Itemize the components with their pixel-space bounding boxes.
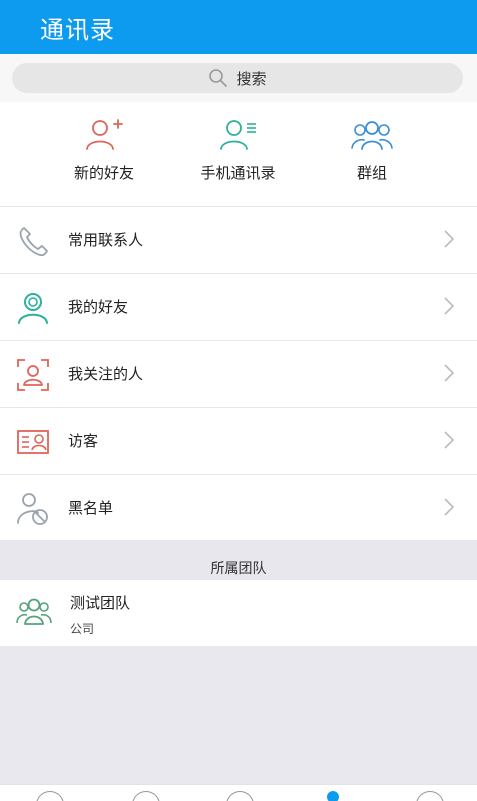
list-item-label: 常用联系人 [68, 231, 144, 249]
quick-actions: 新的好友 手机通讯录 群组 [0, 102, 477, 207]
group-icon [351, 121, 393, 150]
blocked-user-icon [17, 493, 48, 525]
chevron-right-icon [444, 498, 455, 516]
page-title: 通讯录 [40, 16, 115, 44]
contact-list-icon [220, 120, 256, 150]
list-item-label: 我关注的人 [68, 365, 144, 383]
chevron-right-icon [444, 364, 455, 382]
team-name: 测试团队 [70, 594, 131, 612]
quick-label: 新的好友 [73, 164, 134, 182]
followed-user-icon [17, 359, 49, 391]
section-title: 所属团队 [210, 561, 267, 577]
chevron-right-icon [444, 230, 455, 248]
list-item-blacklist[interactable]: 黑名单 [0, 475, 477, 542]
visitor-card-icon [17, 430, 49, 454]
groups-button[interactable]: 群组 [312, 118, 432, 183]
list-item-frequent-contacts[interactable]: 常用联系人 [0, 207, 477, 274]
contact-list: 常用联系人 我的好友 我关注的人 访客 黑名单 [0, 207, 477, 542]
team-icon [16, 598, 52, 625]
empty-area [0, 646, 477, 784]
list-item-label: 我的好友 [68, 298, 129, 316]
list-item-followed-people[interactable]: 我关注的人 [0, 341, 477, 408]
team-section-header: 所属团队 [0, 540, 477, 580]
search-area: 搜索 [0, 54, 477, 102]
team-item[interactable]: 测试团队 公司 [0, 580, 477, 646]
chevron-right-icon [444, 431, 455, 449]
phone-contacts-button[interactable]: 手机通讯录 [178, 118, 298, 183]
new-friends-button[interactable]: 新的好友 [44, 118, 164, 183]
list-item-label: 访客 [68, 432, 99, 450]
team-subtitle: 公司 [70, 622, 95, 636]
chevron-right-icon [444, 297, 455, 315]
list-item-my-friends[interactable]: 我的好友 [0, 274, 477, 341]
search-input[interactable]: 搜索 [12, 63, 463, 93]
bottom-tab-bar [0, 784, 477, 801]
add-user-icon [86, 119, 123, 150]
quick-label: 手机通讯录 [200, 164, 276, 182]
app-header: 通讯录 [0, 0, 477, 54]
list-item-label: 黑名单 [68, 499, 114, 517]
quick-label: 群组 [356, 164, 387, 182]
list-item-visitors[interactable]: 访客 [0, 408, 477, 475]
friends-icon [18, 293, 48, 324]
search-placeholder: 搜索 [236, 69, 267, 88]
phone-icon [19, 227, 48, 257]
search-icon [209, 69, 228, 87]
